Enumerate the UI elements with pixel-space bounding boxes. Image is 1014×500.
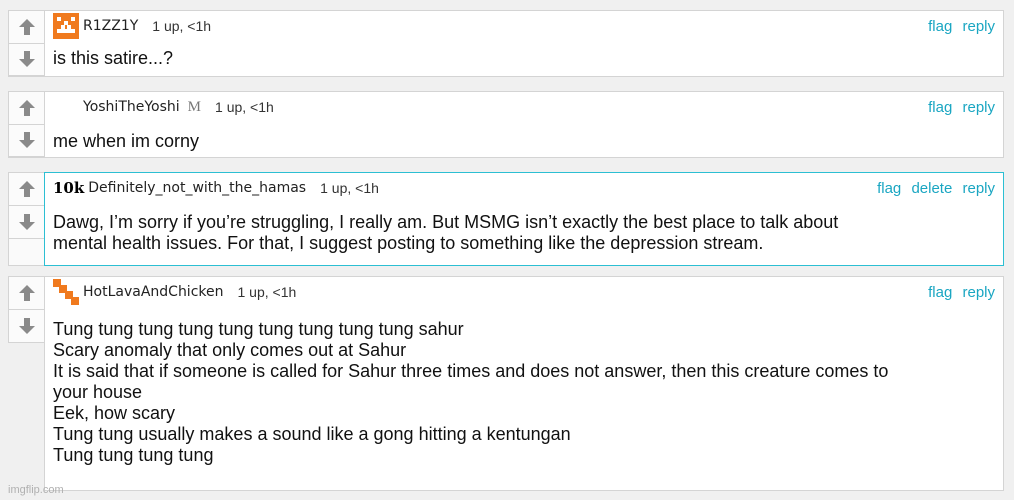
watermark: imgflip.com: [8, 484, 64, 496]
vote-column: [8, 172, 44, 266]
vote-column: [8, 276, 44, 343]
comment-header: 10k Definitely_not_with_the_hamas 1 up, …: [53, 173, 995, 203]
downvote-button[interactable]: [9, 310, 44, 343]
comment-header: R1ZZ1Y 1 up, <1h: [53, 11, 995, 41]
comment: R1ZZ1Y 1 up, <1h flag reply is this sati…: [8, 10, 1004, 77]
reply-link[interactable]: reply: [962, 18, 995, 35]
vote-column: [8, 10, 44, 77]
comment-meta: 1 up, <1h: [215, 99, 274, 115]
reply-link[interactable]: reply: [962, 284, 995, 301]
flag-link[interactable]: flag: [928, 284, 952, 301]
comment-text: me when im corny: [53, 131, 200, 151]
upvote-button[interactable]: [9, 92, 44, 125]
reply-link[interactable]: reply: [962, 180, 995, 197]
comment-body: R1ZZ1Y 1 up, <1h flag reply is this sati…: [44, 10, 1004, 77]
arrow-up-icon: [18, 181, 35, 197]
comment: HotLavaAndChicken 1 up, <1h flag reply T…: [8, 276, 1004, 491]
arrow-up-icon: [18, 99, 35, 116]
arrow-up-icon: [18, 18, 35, 35]
arrow-up-icon: [18, 285, 35, 301]
flag-link[interactable]: flag: [928, 18, 952, 35]
flair-10k: 10k: [53, 179, 85, 197]
flag-link[interactable]: flag: [928, 99, 952, 116]
arrow-down-icon: [18, 51, 35, 68]
username[interactable]: Definitely_not_with_the_hamas: [88, 180, 306, 196]
delete-link[interactable]: delete: [911, 180, 952, 197]
mod-badge: M: [187, 98, 202, 115]
comment-actions: flag delete reply: [871, 180, 995, 197]
upvote-button[interactable]: [9, 277, 44, 310]
username[interactable]: R1ZZ1Y: [83, 18, 138, 34]
arrow-down-icon: [18, 132, 35, 149]
comment-body: HotLavaAndChicken 1 up, <1h flag reply T…: [44, 276, 1004, 491]
upvote-button[interactable]: [9, 173, 44, 206]
comment-text: Tung tung tung tung tung tung tung tung …: [53, 319, 889, 465]
comment-body: YoshiTheYoshi M 1 up, <1h flag reply me …: [44, 91, 1004, 158]
arrow-down-icon: [18, 214, 35, 230]
comment-meta: 1 up, <1h: [320, 180, 379, 196]
username[interactable]: HotLavaAndChicken: [83, 284, 224, 300]
comment: YoshiTheYoshi M 1 up, <1h flag reply me …: [8, 91, 1004, 158]
comment-header: HotLavaAndChicken 1 up, <1h: [53, 277, 995, 307]
downvote-button[interactable]: [9, 206, 44, 239]
arrow-down-icon: [18, 318, 35, 334]
user-avatar-icon[interactable]: [53, 13, 79, 39]
avatar-placeholder: [53, 94, 79, 120]
comment-header: YoshiTheYoshi M 1 up, <1h: [53, 92, 995, 122]
downvote-button[interactable]: [9, 124, 44, 157]
user-avatar-icon[interactable]: [53, 279, 79, 305]
comment-actions: flag reply: [922, 284, 995, 301]
comment-body: 10k Definitely_not_with_the_hamas 1 up, …: [44, 172, 1004, 266]
username[interactable]: YoshiTheYoshi: [83, 99, 180, 115]
comment-meta: 1 up, <1h: [237, 284, 297, 300]
comment-meta: 1 up, <1h: [152, 18, 212, 34]
comment-text: Dawg, I’m sorry if you’re struggling, I …: [53, 212, 839, 253]
vote-column: [8, 91, 44, 158]
upvote-button[interactable]: [9, 11, 44, 44]
reply-link[interactable]: reply: [962, 99, 995, 116]
downvote-button[interactable]: [9, 43, 44, 76]
flag-link[interactable]: flag: [877, 180, 901, 197]
comment-actions: flag reply: [922, 18, 995, 35]
comment: 10k Definitely_not_with_the_hamas 1 up, …: [8, 172, 1004, 266]
comment-actions: flag reply: [922, 99, 995, 116]
comment-text: is this satire...?: [53, 48, 174, 68]
